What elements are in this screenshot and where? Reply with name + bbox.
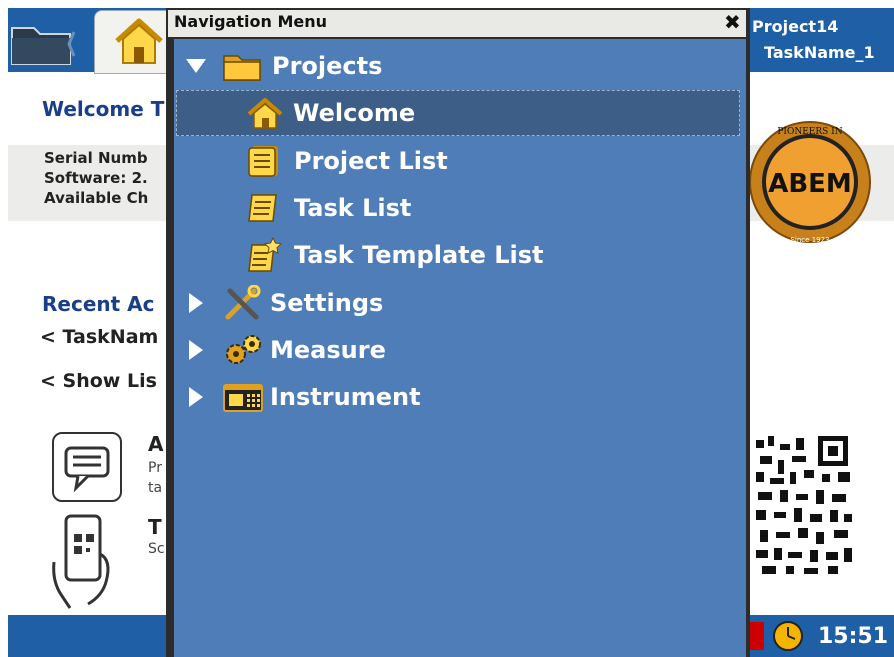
nav-item-settings[interactable]: Settings	[186, 281, 383, 325]
nav-item-label: Settings	[270, 289, 384, 317]
svg-text:Since 1923: Since 1923	[790, 236, 829, 244]
list-icon	[248, 146, 278, 177]
expand-arrow-icon[interactable]	[189, 387, 203, 407]
nav-item-label: Task List	[294, 194, 412, 222]
nav-item-label: Task Template List	[294, 241, 544, 269]
template-icon	[248, 237, 282, 272]
gears-icon	[226, 335, 261, 364]
instrument-icon	[223, 384, 263, 412]
folder-icon	[223, 55, 261, 81]
nav-item-instrument[interactable]: Instrument	[186, 375, 421, 419]
app-entry-desc: Sc	[148, 541, 165, 557]
recent-title: Recent Ac	[42, 292, 155, 316]
welcome-title: Welcome T	[42, 97, 165, 121]
clock-time: 15:51	[818, 624, 889, 649]
folder-tab-icon[interactable]	[8, 12, 78, 72]
nav-item-task-list[interactable]: Task List	[246, 186, 411, 230]
nav-item-label: Instrument	[270, 383, 421, 411]
app-button[interactable]	[52, 432, 122, 502]
phone-qr-icon	[52, 514, 110, 609]
clock-icon	[773, 621, 803, 651]
serial-number: Serial Numb	[44, 149, 148, 167]
home-icon	[115, 18, 163, 64]
available-channels: Available Ch	[44, 189, 149, 207]
chat-icon	[64, 446, 110, 493]
battery-icon	[750, 622, 764, 650]
nav-item-project-list[interactable]: Project List	[246, 139, 448, 183]
nav-item-label: Measure	[270, 336, 386, 364]
svg-text:ABEM: ABEM	[768, 169, 852, 199]
expand-arrow-icon[interactable]	[189, 340, 203, 360]
nav-item-task-template-list[interactable]: Task Template List	[246, 233, 544, 277]
nav-item-welcome[interactable]: Welcome	[176, 90, 740, 136]
expand-arrow-icon[interactable]	[189, 293, 203, 313]
nav-item-projects[interactable]: Projects	[186, 44, 382, 88]
task-icon	[248, 194, 277, 222]
app-entry-line: Pr	[148, 460, 162, 476]
app-entry-desc: Pr ta	[148, 458, 162, 498]
app-entry-line: ta	[148, 480, 163, 496]
nav-item-label: Project List	[294, 147, 448, 175]
device-info: Serial Numb Software: 2. Available Ch	[44, 148, 148, 208]
expand-arrow-icon[interactable]	[186, 59, 206, 73]
home-icon	[247, 98, 283, 129]
nav-item-measure[interactable]: Measure	[186, 328, 386, 372]
task-name: TaskName_1	[764, 43, 875, 62]
qr-code	[752, 432, 858, 578]
nav-item-label: Projects	[272, 52, 383, 80]
nav-menu-title: Navigation Menu	[174, 12, 327, 31]
tools-icon	[225, 285, 261, 320]
close-icon[interactable]: ✖	[724, 10, 741, 34]
home-tab[interactable]	[94, 10, 176, 74]
recent-task-link[interactable]: < TaskNam	[40, 326, 158, 348]
project-info: Project14 TaskName_1	[752, 14, 875, 66]
show-list-link[interactable]: < Show Lis	[40, 370, 157, 392]
abem-logo: ABEM PIONEERS IN Since 1923	[749, 121, 871, 244]
software-version: Software: 2.	[44, 169, 148, 187]
svg-text:PIONEERS IN: PIONEERS IN	[777, 127, 842, 137]
project-name: Project14	[752, 17, 839, 36]
app-entry-title: A	[148, 432, 164, 456]
app-entry-title: T	[148, 515, 162, 539]
nav-item-label: Welcome	[293, 99, 416, 127]
